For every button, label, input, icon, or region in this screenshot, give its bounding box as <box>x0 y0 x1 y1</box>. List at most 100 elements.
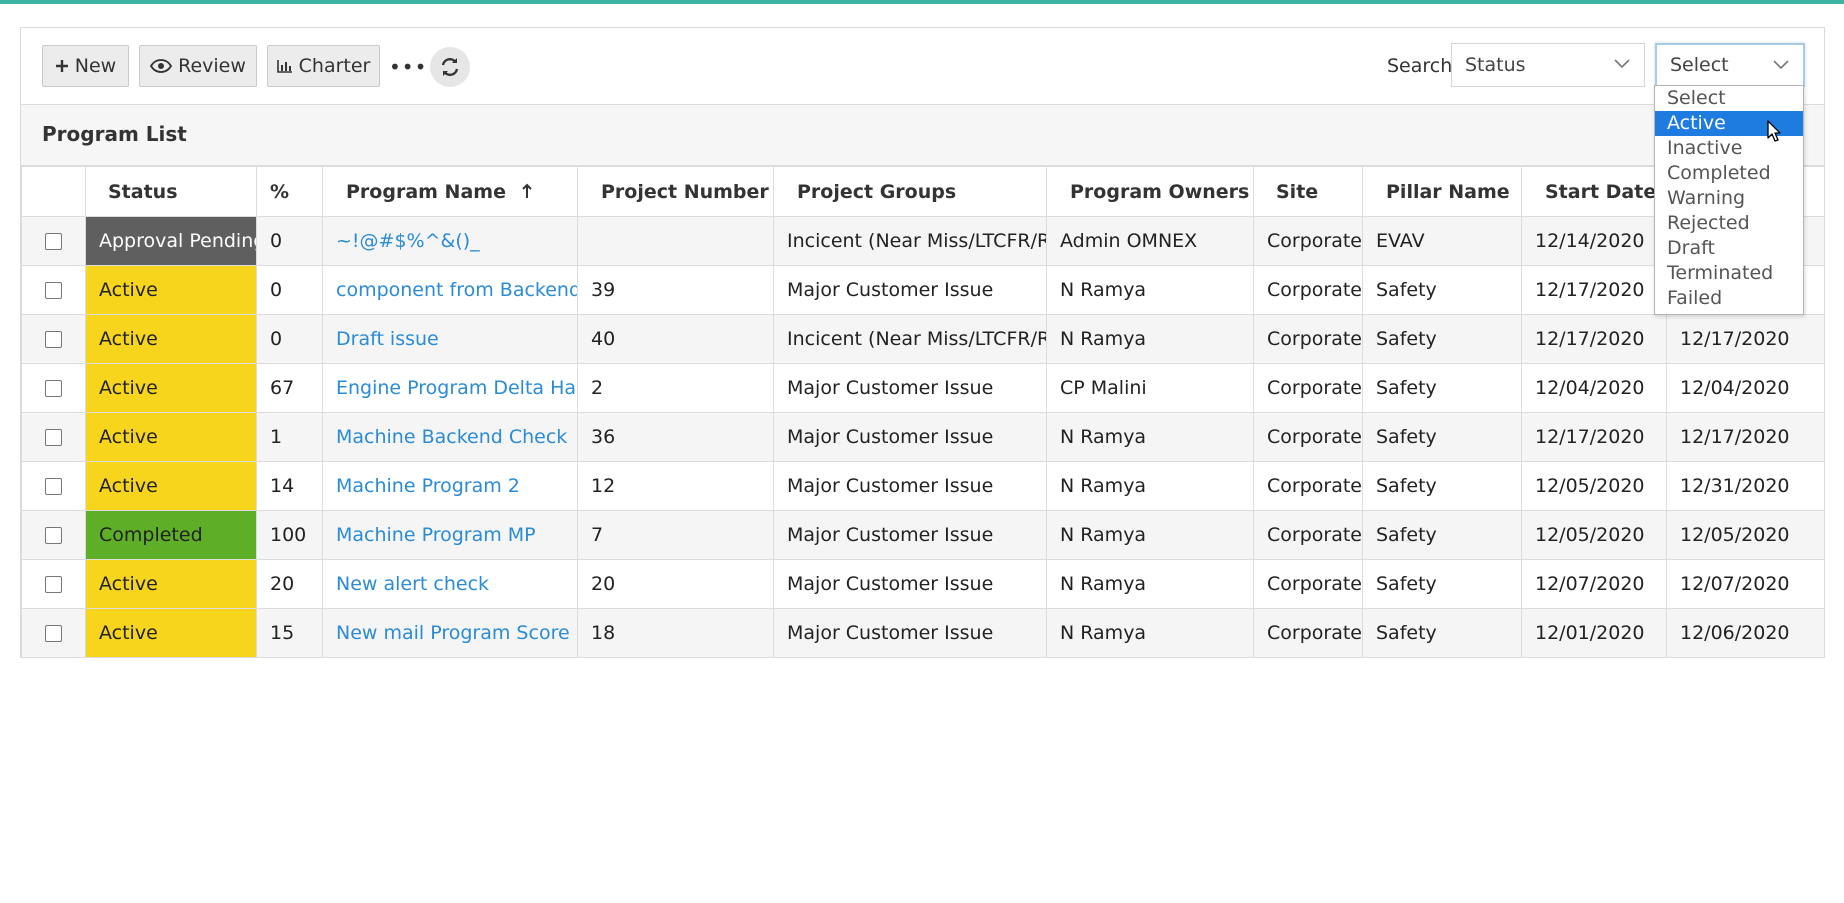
program-table: Status % Program Name Project Number Pro… <box>21 166 1824 658</box>
program-owners-cell: N Ramya <box>1046 265 1254 315</box>
program-name-link[interactable]: Machine Backend Check <box>336 426 567 448</box>
table-row[interactable]: Active 14 Machine Program 2 12 Major Custome… <box>21 461 1824 511</box>
program-name-link[interactable]: Draft issue <box>336 328 439 350</box>
project-groups-cell: Incicent (Near Miss/LTCFR/RIF) <box>773 314 1047 364</box>
status-dropdown-list: Select Active Inactive Completed Warning Reje… <box>1654 85 1804 315</box>
new-button-label: New <box>74 55 117 77</box>
column-header-project-groups[interactable]: Project Groups <box>773 166 1047 217</box>
table-row[interactable]: Active 0 Draft issue 40 Incicent (Near Miss/… <box>21 314 1824 364</box>
plus-icon <box>55 60 68 72</box>
table-row[interactable]: Completed 100 Machine Program MP 7 Major Cus… <box>21 510 1824 560</box>
sort-ascending-icon <box>521 183 532 198</box>
program-name-link[interactable]: Machine Program MP <box>336 524 536 546</box>
column-header-project-number[interactable]: Project Number <box>577 166 774 217</box>
status-cell: Active <box>85 265 257 315</box>
status-cell: Active <box>85 314 257 364</box>
program-name-link[interactable]: Machine Program 2 <box>336 475 520 497</box>
program-name-link[interactable]: New alert check <box>336 573 489 595</box>
toolbar: New Review Charter ••• Search Status Sel… <box>21 28 1824 105</box>
row-checkbox[interactable] <box>45 429 62 446</box>
start-date-cell: 12/17/2020 <box>1521 314 1667 364</box>
status-cell: Active <box>85 412 257 462</box>
row-select-cell <box>21 265 86 315</box>
status-cell: Approval Pending <box>85 216 257 266</box>
end-date-cell: 12/07/2020 <box>1666 559 1824 609</box>
site-cell: Corporate <box>1253 608 1363 658</box>
program-owners-cell: N Ramya <box>1046 608 1254 658</box>
project-groups-cell: Major Customer Issue <box>773 265 1047 315</box>
program-name-link[interactable]: component from Backend <box>336 279 577 301</box>
percent-cell: 0 <box>256 216 323 266</box>
search-label: Search <box>1387 55 1453 77</box>
project-number-cell: 12 <box>577 461 774 511</box>
search-field-select[interactable]: Status <box>1451 43 1645 87</box>
row-checkbox[interactable] <box>45 527 62 544</box>
review-button[interactable]: Review <box>139 45 257 87</box>
program-name-link[interactable]: ~!@#$%^&()_ <box>336 230 480 252</box>
row-select-cell <box>21 314 86 364</box>
project-groups-cell: Major Customer Issue <box>773 412 1047 462</box>
start-date-cell: 12/01/2020 <box>1521 608 1667 658</box>
column-header-site[interactable]: Site <box>1253 166 1363 217</box>
row-select-cell <box>21 461 86 511</box>
percent-cell: 14 <box>256 461 323 511</box>
start-date-cell: 12/17/2020 <box>1521 265 1667 315</box>
site-cell: Corporate <box>1253 559 1363 609</box>
start-date-cell: 12/17/2020 <box>1521 412 1667 462</box>
more-options-button[interactable]: ••• <box>389 55 427 79</box>
project-groups-cell: Major Customer Issue <box>773 510 1047 560</box>
pillar-name-cell: Safety <box>1362 510 1522 560</box>
chevron-down-icon <box>1614 59 1630 69</box>
row-checkbox[interactable] <box>45 380 62 397</box>
program-name-cell: ~!@#$%^&()_ <box>322 216 578 266</box>
row-checkbox[interactable] <box>45 576 62 593</box>
row-checkbox[interactable] <box>45 331 62 348</box>
dropdown-option-rejected[interactable]: Rejected <box>1655 211 1803 236</box>
start-date-cell: 12/05/2020 <box>1521 461 1667 511</box>
end-date-cell: 12/05/2020 <box>1666 510 1824 560</box>
row-select-cell <box>21 216 86 266</box>
project-groups-cell: Major Customer Issue <box>773 608 1047 658</box>
program-name-link[interactable]: New mail Program Score <box>336 622 570 644</box>
end-date-cell: 12/04/2020 <box>1666 363 1824 413</box>
dropdown-option-terminated[interactable]: Terminated <box>1655 261 1803 286</box>
refresh-button[interactable] <box>430 47 470 87</box>
bar-chart-icon <box>276 60 292 73</box>
dropdown-option-completed[interactable]: Completed <box>1655 161 1803 186</box>
pillar-name-cell: Safety <box>1362 265 1522 315</box>
table-row[interactable]: Active 67 Engine Program Delta Hawk 2 Major … <box>21 363 1824 413</box>
table-row[interactable]: Approval Pending 0 ~!@#$%^&()_ Incicent (Ne… <box>21 216 1824 266</box>
row-checkbox[interactable] <box>45 233 62 250</box>
review-button-label: Review <box>178 55 246 77</box>
table-row[interactable]: Active 1 Machine Backend Check 36 Major Cust… <box>21 412 1824 462</box>
column-header-percent[interactable]: % <box>256 166 323 217</box>
column-header-program-owners[interactable]: Program Owners <box>1046 166 1254 217</box>
dropdown-option-failed[interactable]: Failed <box>1655 286 1803 311</box>
column-header-status[interactable]: Status <box>85 166 257 217</box>
pillar-name-cell: Safety <box>1362 314 1522 364</box>
dropdown-option-draft[interactable]: Draft <box>1655 236 1803 261</box>
column-header-start-date[interactable]: Start Date <box>1521 166 1667 217</box>
program-name-cell: component from Backend <box>322 265 578 315</box>
table-row[interactable]: Active 15 New mail Program Score 18 Major Cu… <box>21 608 1824 658</box>
percent-cell: 20 <box>256 559 323 609</box>
row-checkbox[interactable] <box>45 478 62 495</box>
charter-button[interactable]: Charter <box>267 45 380 87</box>
program-name-cell: Machine Program 2 <box>322 461 578 511</box>
column-header-pillar-name[interactable]: Pillar Name <box>1362 166 1522 217</box>
table-row[interactable]: Active 20 New alert check 20 Major Customer … <box>21 559 1824 609</box>
search-value-select[interactable]: Select <box>1655 43 1805 87</box>
project-number-cell <box>577 216 774 266</box>
program-name-link[interactable]: Engine Program Delta Hawk <box>336 377 577 399</box>
percent-cell: 0 <box>256 314 323 364</box>
end-date-cell: 12/06/2020 <box>1666 608 1824 658</box>
status-cell: Active <box>85 608 257 658</box>
dropdown-option-warning[interactable]: Warning <box>1655 186 1803 211</box>
row-checkbox[interactable] <box>45 625 62 642</box>
column-header-program-name[interactable]: Program Name <box>322 166 578 217</box>
row-checkbox[interactable] <box>45 282 62 299</box>
new-button[interactable]: New <box>42 45 129 87</box>
dropdown-option-select[interactable]: Select <box>1655 86 1803 111</box>
table-row[interactable]: Active 0 component from Backend 39 Major Cus… <box>21 265 1824 315</box>
program-name-cell: Machine Backend Check <box>322 412 578 462</box>
